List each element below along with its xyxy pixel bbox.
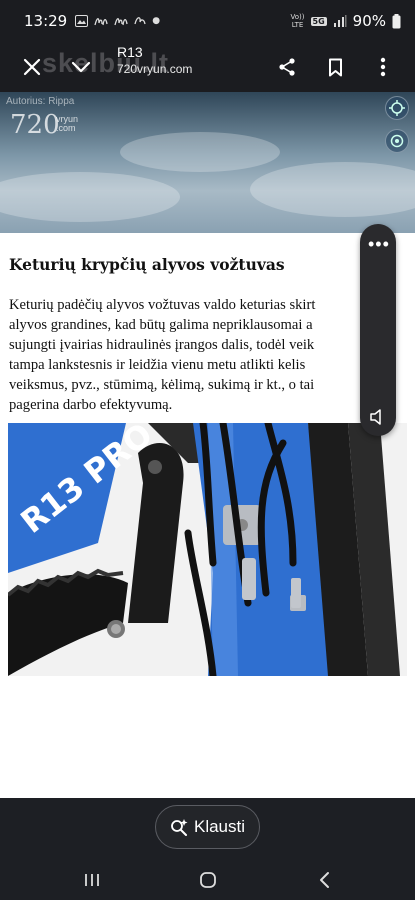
panorama-image[interactable]: Autorius: Rippa 720 vryun .com	[0, 92, 415, 233]
battery-icon	[392, 13, 401, 28]
status-time: 13:29	[24, 12, 68, 30]
cloud-shape	[120, 132, 280, 172]
recents-icon	[85, 874, 99, 886]
home-icon	[200, 872, 216, 888]
close-button[interactable]	[15, 50, 49, 84]
home-button[interactable]	[192, 866, 224, 894]
hero-logo-small: vryun .com	[56, 115, 78, 133]
signal-badge: 5G	[310, 16, 327, 26]
status-right: Vo)) LTE 5G 90%	[291, 12, 401, 30]
speaker-icon[interactable]	[369, 408, 387, 426]
chevron-down-icon	[71, 61, 91, 73]
system-nav-bar	[0, 860, 415, 900]
info-card: Keturių krypčių alyvos vožtuvas Keturių …	[0, 233, 415, 798]
notification-icons: ●	[75, 15, 160, 27]
ask-button[interactable]: Klausti	[155, 805, 260, 849]
browser-toolbar: skelbiu.lt R13 720vryun.com	[0, 42, 415, 92]
cloud-shape	[0, 172, 180, 222]
battery-level: 90%	[352, 12, 386, 30]
cloud-shape	[250, 162, 415, 217]
more-options-button[interactable]	[366, 50, 400, 84]
gyroscope-icon	[389, 100, 405, 116]
page-title: R13	[117, 44, 143, 60]
collapse-button[interactable]	[64, 50, 98, 84]
bottom-area: Klausti	[0, 798, 415, 900]
back-button[interactable]	[308, 866, 340, 894]
gyroscope-button[interactable]	[385, 96, 409, 120]
panel-menu-icon[interactable]: •••	[368, 234, 390, 255]
back-icon	[320, 872, 329, 888]
sparkle-search-icon	[171, 819, 188, 836]
network-top: Vo))	[290, 13, 305, 21]
edge-panel[interactable]: •••	[360, 224, 396, 436]
ask-button-label: Klausti	[193, 817, 246, 836]
network-bottom: LTE	[291, 21, 304, 29]
signal-icon	[333, 15, 347, 27]
article-line: sujungti įvairias hidraulinės įrangos da…	[9, 337, 315, 353]
handwriting-icon-3	[134, 17, 146, 25]
close-icon	[23, 58, 41, 76]
gallery-icon	[75, 15, 89, 27]
vr-icon	[390, 134, 404, 148]
article-line: pagerina darbo efektyvumą.	[9, 397, 173, 413]
hero-caption: Autorius: Rippa	[6, 96, 75, 107]
article-line: alyvos grandines, kad būtų galima neprik…	[9, 317, 313, 333]
vr-view-button[interactable]	[385, 129, 409, 153]
bookmark-icon	[328, 58, 342, 76]
more-vertical-icon	[380, 57, 386, 77]
recents-button[interactable]	[76, 866, 108, 894]
status-bar: 13:29 ● Vo)) LTE 5G 90%	[0, 0, 415, 42]
share-icon	[279, 58, 295, 76]
article-line: tampa lankstesnis ir leidžia vienu metu …	[9, 357, 306, 373]
bookmark-button[interactable]	[318, 50, 352, 84]
notification-dot-icon: ●	[152, 16, 161, 26]
article-title: Keturių krypčių alyvos vožtuvas	[9, 255, 285, 274]
hero-logo: 720	[10, 110, 60, 140]
article-line: Keturių padėčių alyvos vožtuvas valdo ke…	[9, 297, 316, 313]
share-button[interactable]	[270, 50, 304, 84]
article-body: Keturių padėčių alyvos vožtuvas valdo ke…	[9, 295, 404, 415]
page-url[interactable]: 720vryun.com	[117, 62, 192, 76]
article-line: veiksmus, pvz., stūmimą, kėlimą, sukimą …	[9, 377, 315, 393]
handwriting-icon	[94, 18, 108, 26]
valve-product-image: R13 PRO	[8, 423, 407, 676]
hero-logo-bottom: .com	[56, 123, 76, 133]
valve-illustration: R13 PRO	[8, 423, 407, 676]
network-label: Vo)) LTE	[291, 13, 305, 29]
handwriting-icon-2	[114, 18, 128, 26]
